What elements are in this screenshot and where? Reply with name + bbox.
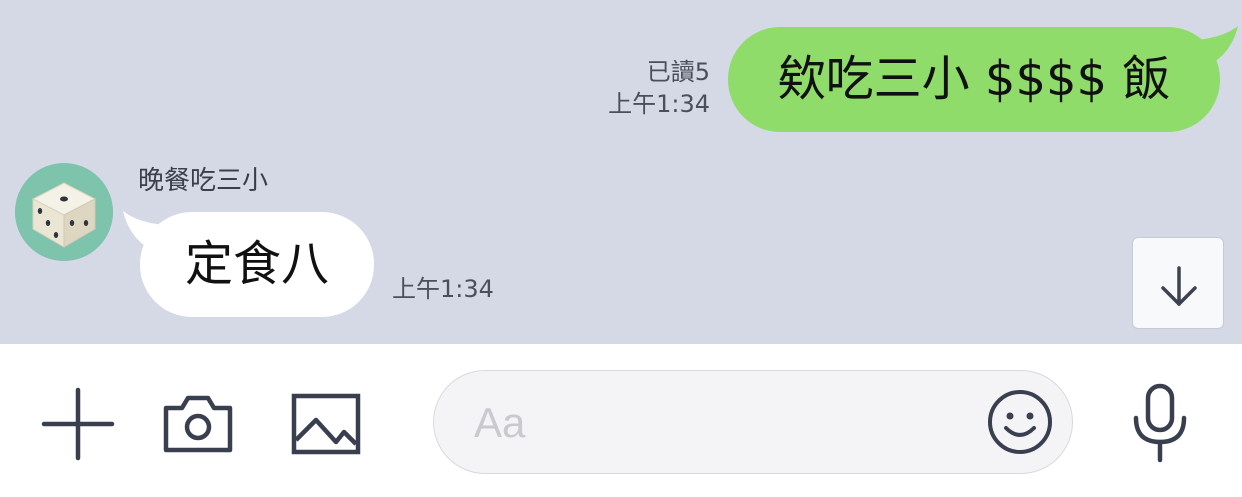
outgoing-message-text: 欸吃三小 $$$$ 飯 bbox=[777, 51, 1171, 107]
camera-icon bbox=[163, 395, 233, 453]
read-status: 已讀5 bbox=[646, 58, 710, 86]
sender-name: 晚餐吃三小 bbox=[138, 166, 269, 196]
incoming-time: 上午1:34 bbox=[392, 275, 494, 303]
add-button[interactable] bbox=[40, 386, 116, 462]
arrow-down-icon bbox=[1161, 266, 1197, 306]
avatar[interactable] bbox=[15, 163, 113, 261]
scroll-to-bottom-button[interactable] bbox=[1132, 237, 1224, 329]
incoming-message-text: 定食八 bbox=[184, 236, 329, 292]
message-input-container[interactable] bbox=[433, 370, 1073, 474]
microphone-icon bbox=[1133, 383, 1187, 463]
outgoing-time: 上午1:34 bbox=[608, 90, 710, 118]
camera-button[interactable] bbox=[160, 386, 236, 462]
image-icon bbox=[291, 393, 361, 455]
outgoing-meta: 已讀5 上午1:34 bbox=[560, 56, 710, 120]
dice-icon bbox=[15, 163, 113, 261]
emoji-icon bbox=[988, 390, 1052, 454]
emoji-button[interactable] bbox=[986, 388, 1054, 456]
plus-icon bbox=[41, 387, 115, 461]
gallery-button[interactable] bbox=[288, 386, 364, 462]
voice-button[interactable] bbox=[1122, 382, 1198, 466]
message-input[interactable] bbox=[472, 393, 976, 453]
